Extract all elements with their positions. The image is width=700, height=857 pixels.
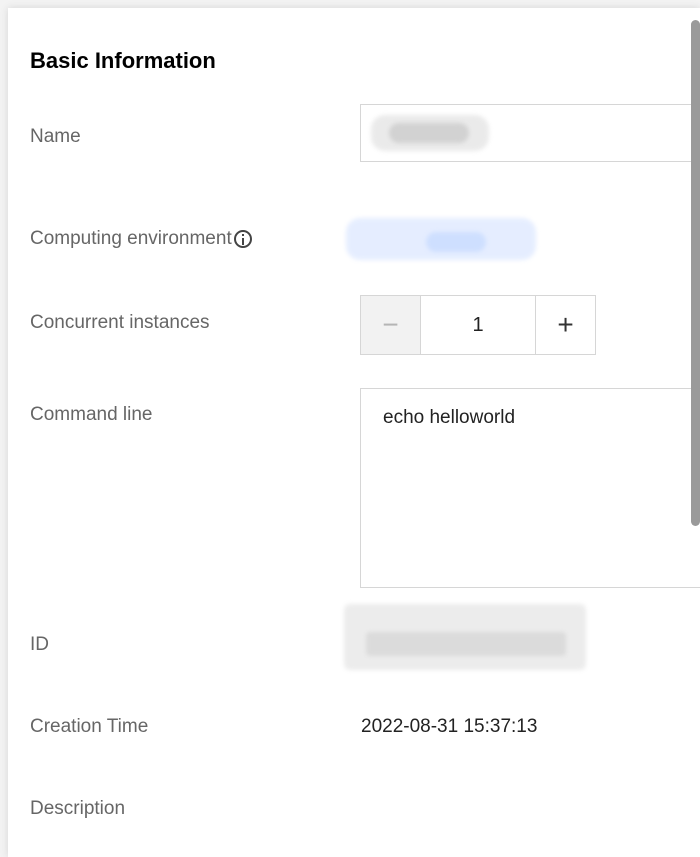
computing-environment-text: Computing environment [30, 228, 232, 249]
computing-environment-label: Computing environment [30, 228, 252, 250]
redacted-environment-value-inner [426, 232, 486, 252]
id-label: ID [30, 634, 49, 655]
redacted-id-value-inner [366, 632, 566, 656]
section-title: Basic Information [30, 48, 216, 73]
creation-time-value: 2022-08-31 15:37:13 [361, 716, 538, 737]
command-line-textarea[interactable]: echo helloworld [360, 388, 700, 588]
instances-value[interactable]: 1 [421, 296, 535, 354]
info-icon[interactable] [233, 230, 252, 248]
scrollbar-thumb[interactable] [691, 20, 700, 526]
increment-button[interactable]: + [535, 296, 595, 354]
creation-time-label: Creation Time [30, 716, 149, 737]
name-input[interactable] [360, 104, 700, 162]
decrement-button[interactable]: − [361, 296, 421, 354]
command-line-label: Command line [30, 404, 153, 425]
concurrent-instances-stepper: − 1 + [360, 295, 596, 355]
name-label: Name [30, 126, 81, 147]
concurrent-instances-label: Concurrent instances [30, 312, 210, 333]
basic-info-panel: Basic Information Name Computing environ… [8, 8, 700, 857]
redacted-name-value-inner [389, 123, 469, 143]
description-label: Description [30, 798, 126, 819]
